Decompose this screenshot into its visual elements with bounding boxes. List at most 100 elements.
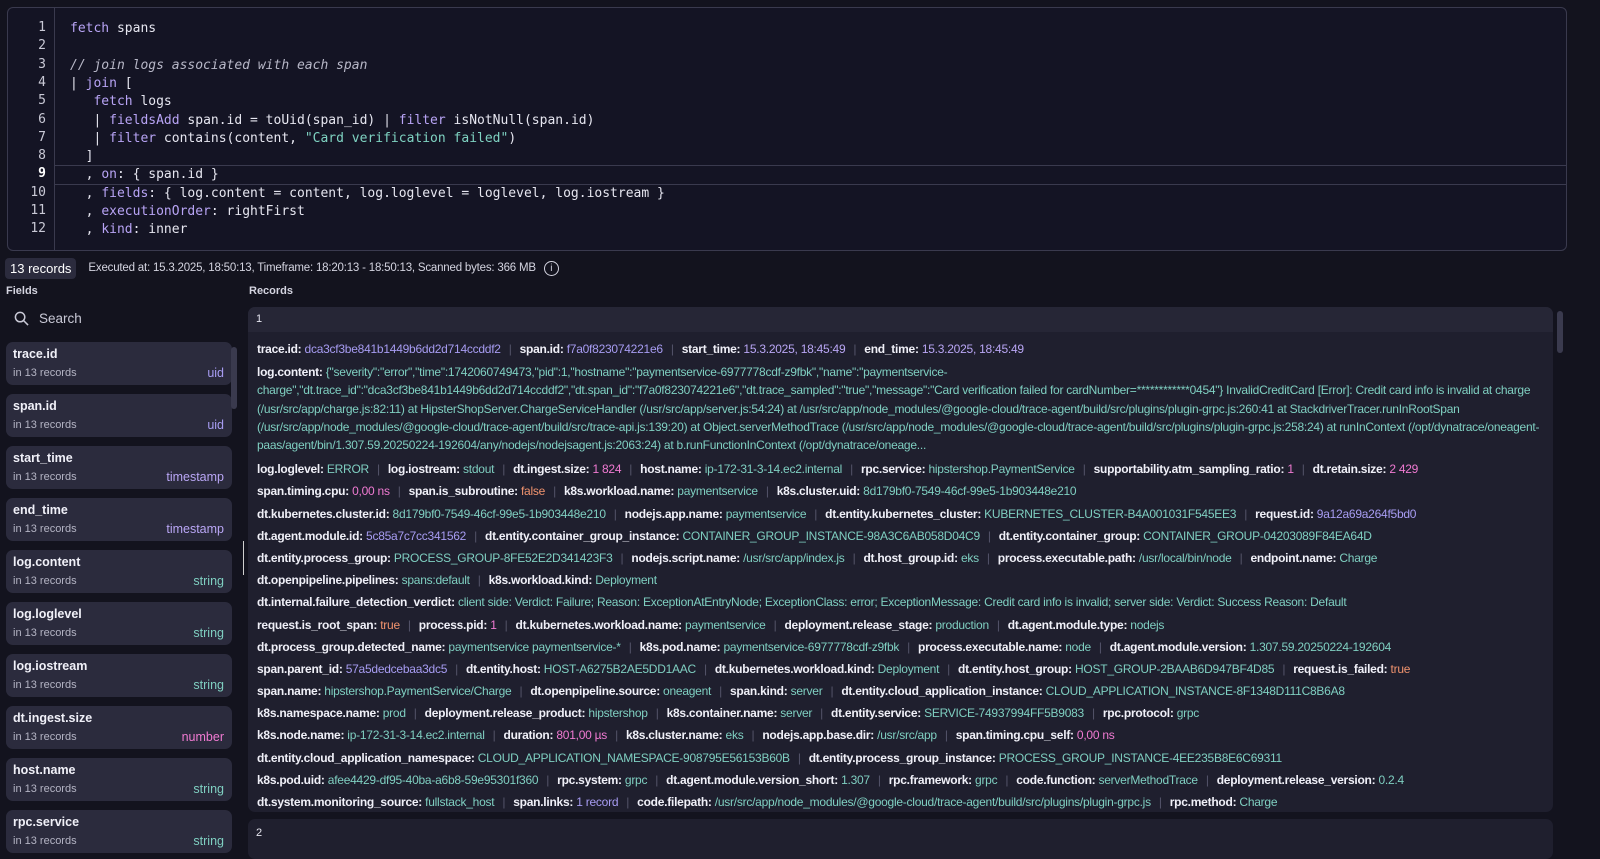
field-value[interactable]: SERVICE-74937994FF5B9083 bbox=[924, 706, 1084, 720]
field-value[interactable]: hipstershop.PaymentService bbox=[928, 462, 1075, 476]
field-value[interactable]: spans:default bbox=[402, 573, 470, 587]
field-value[interactable]: stdout bbox=[463, 462, 494, 476]
field-value[interactable]: server bbox=[791, 684, 823, 698]
code-line[interactable]: , kind: inner bbox=[70, 221, 1566, 239]
field-item-span-id[interactable]: span.id in 13 records uid bbox=[6, 394, 232, 437]
field-value[interactable]: 8d179bf0-7549-46cf-99e5-1b903448e210 bbox=[863, 484, 1076, 498]
field-value[interactable]: PROCESS_GROUP-8FE52E2D341423F3 bbox=[394, 551, 613, 565]
code-line[interactable]: , fields: { log.content = content, log.l… bbox=[70, 185, 1566, 203]
field-value[interactable]: CLOUD_APPLICATION_NAMESPACE-908795E56153… bbox=[478, 751, 790, 765]
field-value[interactable]: 15.3.2025, 18:45:49 bbox=[922, 342, 1024, 356]
field-value[interactable]: /usr/src/app/node_modules/@google-cloud/… bbox=[715, 795, 1151, 809]
field-value[interactable]: true bbox=[380, 618, 400, 632]
field-item-dt-ingest-size[interactable]: dt.ingest.size in 13 records number bbox=[6, 706, 232, 749]
field-value[interactable]: 57a5dedcebaa3dc5 bbox=[346, 662, 448, 676]
field-value[interactable]: 0,00 ns bbox=[352, 484, 390, 498]
field-value[interactable]: grpc bbox=[975, 773, 998, 787]
field-value[interactable]: hipstershop bbox=[588, 706, 648, 720]
field-value[interactable]: Charge bbox=[1339, 551, 1377, 565]
fields-scrollbar[interactable] bbox=[231, 347, 237, 409]
field-value[interactable]: dca3cf3be841b1449b6dd2d714ccddf2 bbox=[305, 342, 501, 356]
field-value[interactable]: paymentservice bbox=[677, 484, 758, 498]
field-value[interactable]: HOST-A6275B2AE5DD1AAC bbox=[544, 662, 696, 676]
field-value[interactable]: grpc bbox=[1177, 706, 1200, 720]
field-item-host-name[interactable]: host.name in 13 records string bbox=[6, 758, 232, 801]
field-value[interactable]: hipstershop.PaymentService/Charge bbox=[324, 684, 511, 698]
code-line[interactable]: ] bbox=[70, 148, 1566, 166]
field-value[interactable]: 2 429 bbox=[1389, 462, 1418, 476]
field-value[interactable]: Deployment bbox=[878, 662, 940, 676]
field-value[interactable]: /usr/local/bin/node bbox=[1139, 551, 1232, 565]
field-value[interactable]: fullstack_host bbox=[425, 795, 494, 809]
field-item-end-time[interactable]: end_time in 13 records timestamp bbox=[6, 498, 232, 541]
field-value[interactable]: afee4429-df95-40ba-a6b8-59e95301f360 bbox=[328, 773, 539, 787]
field-value[interactable]: paymentservice bbox=[685, 618, 766, 632]
field-value[interactable]: 1 824 bbox=[592, 462, 621, 476]
field-value[interactable]: f7a0f823074221e6 bbox=[567, 342, 663, 356]
field-item-log-iostream[interactable]: log.iostream in 13 records string bbox=[6, 654, 232, 697]
field-value[interactable]: 0.2.4 bbox=[1378, 773, 1404, 787]
field-item-log-content[interactable]: log.content in 13 records string bbox=[6, 550, 232, 593]
field-value[interactable]: CONTAINER_GROUP-04203089F84EA64D bbox=[1143, 529, 1372, 543]
field-value[interactable]: 1 bbox=[1287, 462, 1294, 476]
field-value[interactable]: production bbox=[935, 618, 989, 632]
code-line[interactable]: fetch logs bbox=[70, 93, 1566, 111]
field-item-rpc-service[interactable]: rpc.service in 13 records string bbox=[6, 810, 232, 853]
field-value[interactable]: client side: Verdict: Failure; Reason: E… bbox=[458, 595, 1347, 609]
field-value[interactable]: 5c85a7c7cc341562 bbox=[366, 529, 466, 543]
code-line[interactable]: | filter contains(content, "Card verific… bbox=[70, 130, 1566, 148]
field-value[interactable]: 0,00 ns bbox=[1077, 728, 1115, 742]
code-line[interactable]: // join logs associated with each span bbox=[70, 57, 1566, 75]
field-value[interactable]: 15.3.2025, 18:45:49 bbox=[743, 342, 845, 356]
field-value[interactable]: ERROR bbox=[327, 462, 369, 476]
field-value[interactable]: eks bbox=[726, 728, 744, 742]
field-value[interactable]: paymentservice paymentservice-* bbox=[448, 640, 621, 654]
info-icon[interactable]: i bbox=[543, 260, 559, 276]
field-value[interactable]: 9a12a69a264f5bd0 bbox=[1317, 507, 1417, 521]
field-search[interactable]: Search bbox=[14, 311, 82, 326]
field-value[interactable]: Deployment bbox=[595, 573, 657, 587]
field-value[interactable]: 1 record bbox=[576, 795, 618, 809]
field-value[interactable]: grpc bbox=[625, 773, 648, 787]
field-value[interactable]: eks bbox=[961, 551, 979, 565]
search-input[interactable]: Search bbox=[39, 311, 82, 326]
field-value[interactable]: prod bbox=[383, 706, 406, 720]
field-value[interactable]: PROCESS_GROUP_INSTANCE-4EE235B8E6C69311 bbox=[999, 751, 1283, 765]
field-value[interactable]: 8d179bf0-7549-46cf-99e5-1b903448e210 bbox=[393, 507, 606, 521]
field-value[interactable]: server bbox=[780, 706, 812, 720]
field-value[interactable]: true bbox=[1391, 662, 1411, 676]
field-item-trace-id[interactable]: trace.id in 13 records uid bbox=[6, 342, 232, 385]
field-value[interactable]: ip-172-31-3-14.ec2.internal bbox=[705, 462, 843, 476]
records-scrollbar[interactable] bbox=[1557, 311, 1563, 353]
code-line[interactable]: fetch spans bbox=[70, 20, 1566, 38]
field-value[interactable]: ip-172-31-3-14.ec2.internal bbox=[347, 728, 485, 742]
field-value[interactable]: KUBERNETES_CLUSTER-B4A001031F545EE3 bbox=[984, 507, 1236, 521]
field-value[interactable]: paymentservice bbox=[726, 507, 807, 521]
field-value[interactable]: CLOUD_APPLICATION_INSTANCE-8F1348D111C8B… bbox=[1046, 684, 1345, 698]
field-value[interactable]: 801,00 µs bbox=[556, 728, 607, 742]
field-value[interactable]: 1.307 bbox=[841, 773, 870, 787]
code-line[interactable] bbox=[70, 38, 1566, 56]
field-value[interactable]: /usr/src/app bbox=[877, 728, 937, 742]
field-value[interactable]: node bbox=[1065, 640, 1091, 654]
code-line[interactable]: , executionOrder: rightFirst bbox=[70, 203, 1566, 221]
field-value[interactable]: false bbox=[521, 484, 545, 498]
code-line[interactable]: | join [ bbox=[70, 75, 1566, 93]
field-value[interactable]: HOST_GROUP-2BAAB6D947BF4D85 bbox=[1075, 662, 1275, 676]
field-item-log-loglevel[interactable]: log.loglevel in 13 records string bbox=[6, 602, 232, 645]
field-value[interactable]: oneagent bbox=[663, 684, 711, 698]
field-value[interactable]: 1.307.59.20250224-192604 bbox=[1250, 640, 1392, 654]
field-value[interactable]: CONTAINER_GROUP_INSTANCE-98A3C6AB058D04C… bbox=[682, 529, 980, 543]
code-line[interactable]: | fieldsAdd span.id = toUid(span_id) | f… bbox=[70, 112, 1566, 130]
field-value[interactable]: {"severity":"error","time":1742060749473… bbox=[257, 365, 1539, 452]
field-value[interactable]: Charge bbox=[1239, 795, 1277, 809]
field-value[interactable]: /usr/src/app/index.js bbox=[743, 551, 845, 565]
field-value[interactable]: serverMethodTrace bbox=[1099, 773, 1199, 787]
code-line[interactable]: , on: { span.id } bbox=[55, 165, 1566, 186]
field-value[interactable]: paymentservice-6977778cdf-z9fbk bbox=[723, 640, 899, 654]
field-value[interactable]: 1 bbox=[490, 618, 497, 632]
field-item-start-time[interactable]: start_time in 13 records timestamp bbox=[6, 446, 232, 489]
separator: | bbox=[703, 661, 707, 676]
field-value[interactable]: nodejs bbox=[1130, 618, 1164, 632]
query-editor[interactable]: 1 2 3 4 5 6 7 8 9 10 11 12 fetch spans// join logs … bbox=[7, 7, 1567, 251]
